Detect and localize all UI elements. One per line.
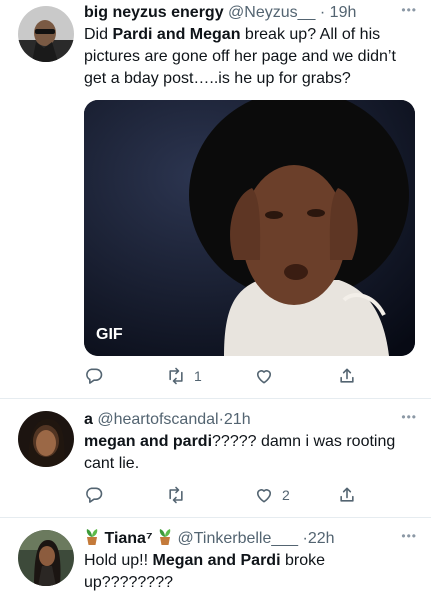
- gif-media[interactable]: GIF: [84, 100, 415, 356]
- gif-badge: GIF: [96, 326, 123, 343]
- tweet-text: Hold up!! Megan and Pardi broke up??????…: [84, 552, 325, 591]
- share-icon: [340, 487, 354, 502]
- share-button[interactable]: [337, 483, 357, 507]
- like-count: 2: [282, 487, 290, 503]
- share-button[interactable]: [337, 364, 357, 388]
- tweet-header: a @heartofscandal·21h •••: [84, 409, 417, 431]
- reply-button[interactable]: [84, 364, 104, 388]
- separator-dot: ·: [319, 4, 326, 21]
- like-button[interactable]: [254, 364, 274, 388]
- handle[interactable]: @Tinkerbelle___: [177, 530, 298, 547]
- tweet-text: Did Pardi and Megan break up? All of his…: [84, 26, 396, 87]
- avatar[interactable]: [18, 411, 74, 467]
- action-bar: 1: [84, 364, 364, 388]
- retweet-button[interactable]: [166, 483, 186, 507]
- more-options-icon[interactable]: •••: [401, 2, 417, 18]
- reply-button[interactable]: [84, 483, 104, 507]
- tweet-text: megan and pardi????? damn i was rooting …: [84, 433, 396, 472]
- reply-icon: [86, 487, 103, 503]
- retweet-count: 1: [194, 368, 202, 384]
- reply-icon: [86, 368, 103, 384]
- display-name[interactable]: big neyzus energy: [84, 4, 224, 21]
- more-options-icon[interactable]: •••: [401, 528, 417, 544]
- display-name[interactable]: a: [84, 411, 93, 428]
- gif-image: [84, 100, 415, 356]
- tweet[interactable]: Tiana⁷ @Tinkerbelle___ ·22h ••• Hold up!…: [0, 518, 431, 600]
- tweet[interactable]: big neyzus energy @Neyzus__ · 19h ••• Di…: [0, 0, 431, 398]
- heart-icon: [256, 370, 272, 384]
- retweet-button[interactable]: 1: [166, 364, 202, 388]
- heart-icon: [256, 489, 272, 503]
- avatar[interactable]: [18, 530, 74, 586]
- avatar[interactable]: [18, 6, 74, 62]
- potted-plant-icon: [84, 528, 100, 553]
- retweet-icon: [169, 486, 183, 504]
- timestamp[interactable]: 21h: [224, 411, 251, 428]
- timestamp[interactable]: 19h: [330, 4, 357, 21]
- timestamp[interactable]: 22h: [308, 530, 335, 547]
- tweet[interactable]: a @heartofscandal·21h ••• megan and pard…: [0, 399, 431, 517]
- more-options-icon[interactable]: •••: [401, 409, 417, 425]
- tweet-header: big neyzus energy @Neyzus__ · 19h •••: [84, 2, 417, 24]
- action-bar: 2: [84, 483, 364, 507]
- handle[interactable]: @Neyzus__: [228, 4, 315, 21]
- share-icon: [340, 368, 354, 383]
- display-name[interactable]: Tiana⁷: [104, 530, 152, 547]
- handle[interactable]: @heartofscandal: [97, 411, 218, 428]
- tweet-header: Tiana⁷ @Tinkerbelle___ ·22h •••: [84, 528, 417, 550]
- potted-plant-icon: [157, 528, 173, 553]
- retweet-icon: [169, 367, 183, 385]
- like-button[interactable]: 2: [254, 483, 290, 507]
